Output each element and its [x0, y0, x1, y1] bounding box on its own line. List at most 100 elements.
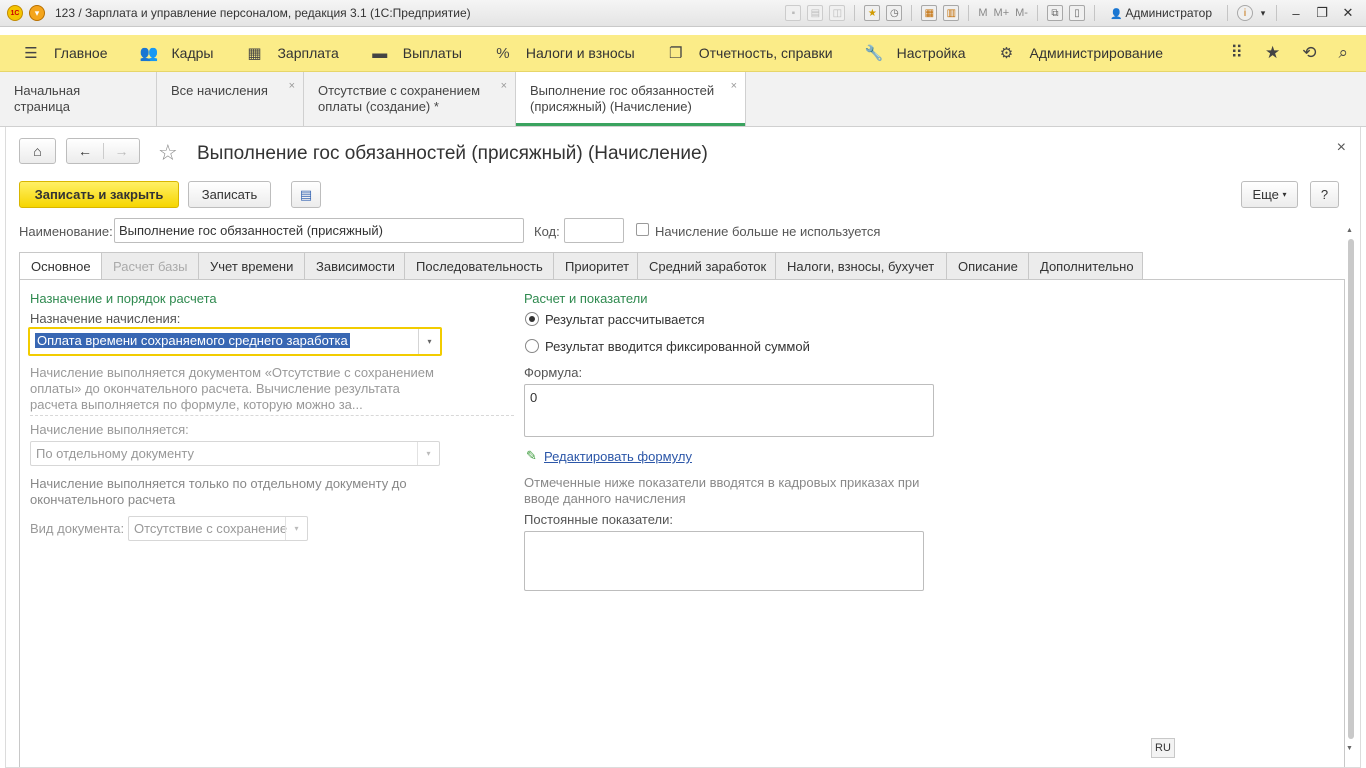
constant-indicators-label: Постоянные показатели:	[524, 512, 673, 527]
maximize-icon[interactable]: ❐	[1312, 5, 1332, 21]
hamburger-icon: ☰	[24, 45, 38, 62]
edit-formula-link[interactable]: Редактировать формулу	[544, 449, 692, 464]
window-titlebar: 1С ▾ 123 / Зарплата и управление персона…	[0, 0, 1366, 27]
percent-icon: %	[496, 44, 510, 62]
constant-indicators-list[interactable]	[524, 531, 924, 591]
tab-dependencies[interactable]: Зависимости	[305, 252, 405, 280]
radio-fixed-label: Результат вводится фиксированной суммой	[545, 339, 810, 354]
scroll-down-icon[interactable]: ▼	[1346, 745, 1353, 752]
accrual-form: ⌂ ← → ☆ Выполнение гос обязанностей (при…	[5, 127, 1361, 768]
dropdown-arrow-icon: ▾	[417, 442, 439, 465]
divider	[30, 415, 514, 416]
wallet-icon: ▬	[372, 44, 388, 62]
tab-time[interactable]: Учет времени	[199, 252, 305, 280]
language-indicator[interactable]: RU	[1151, 738, 1175, 758]
tab-sequence[interactable]: Последовательность	[405, 252, 554, 280]
open-tab-all-accruals[interactable]: Все начисления ×	[157, 72, 304, 126]
performed-label: Начисление выполняется:	[30, 422, 189, 437]
search-icon[interactable]: ⌕	[1338, 43, 1348, 63]
documents-icon: ❐	[668, 45, 683, 62]
pencil-icon: ✎	[526, 448, 537, 463]
radio-calculated[interactable]	[525, 312, 539, 326]
save-button[interactable]: Записать	[188, 181, 271, 208]
purpose-select[interactable]: Оплата времени сохраняемого среднего зар…	[28, 327, 442, 356]
calculator-icon[interactable]: ▦	[921, 5, 938, 21]
tab-taxes[interactable]: Налоги, взносы, бухучет	[776, 252, 947, 280]
form-scrollbar[interactable]: ▲ ▼	[1346, 227, 1356, 752]
scrollbar-thumb[interactable]	[1348, 239, 1354, 739]
tab-main[interactable]: Основное	[19, 252, 102, 280]
tab-additional[interactable]: Дополнительно	[1029, 252, 1143, 280]
memory-m-button[interactable]: M	[978, 7, 987, 19]
open-tab-current[interactable]: Выполнение гос обязанностей (присяжный) …	[516, 72, 746, 126]
help-button[interactable]: ?	[1310, 181, 1339, 208]
save-and-close-button[interactable]: Записать и закрыть	[19, 181, 179, 208]
close-form-icon[interactable]: ×	[1337, 139, 1346, 157]
people-icon: 👥	[139, 45, 159, 62]
history-clock-icon[interactable]: ⟲	[1302, 43, 1316, 63]
open-tab-absence[interactable]: Отсутствие с сохранением оплаты (создани…	[304, 72, 516, 126]
close-tab-icon[interactable]: ×	[289, 78, 295, 94]
favorites-icon[interactable]: ★	[864, 5, 881, 21]
section-main[interactable]: ☰ Главное	[22, 44, 107, 62]
open-windows-bar: Начальная страница Все начисления × Отсу…	[0, 72, 1366, 127]
history-icon[interactable]: ◷	[886, 5, 903, 21]
calculator-icon: ▦	[247, 45, 262, 62]
section-settings[interactable]: 🔧 Настройка	[865, 44, 966, 62]
home-button[interactable]: ⌂	[19, 138, 56, 164]
tab-description[interactable]: Описание	[947, 252, 1029, 280]
info-menu-chevron-icon[interactable]: ▾	[1259, 8, 1267, 19]
open-tab-home[interactable]: Начальная страница	[0, 72, 157, 126]
scroll-up-icon[interactable]: ▲	[1346, 227, 1353, 234]
main-menu-icon[interactable]: ▾	[29, 5, 45, 21]
purpose-section-title: Назначение и порядок расчета	[30, 291, 217, 306]
memory-plus-button[interactable]: M+	[994, 7, 1010, 19]
print-icon[interactable]: ▤	[807, 5, 824, 21]
tab-priority[interactable]: Приоритет	[554, 252, 638, 280]
section-taxes[interactable]: % Налоги и взносы	[494, 45, 635, 62]
radio-calculated-label: Результат рассчитывается	[545, 312, 705, 327]
tab-average-earnings[interactable]: Средний заработок	[638, 252, 776, 280]
save-icon[interactable]: ▪	[785, 5, 802, 21]
panels-icon[interactable]: ▯	[1068, 5, 1085, 21]
preview-icon[interactable]: ◫	[829, 5, 846, 21]
history-nav: ← →	[66, 138, 140, 164]
calendar-icon[interactable]: ▥	[943, 5, 960, 21]
section-hr[interactable]: 👥 Кадры	[140, 44, 214, 62]
user-name[interactable]: Администратор	[1110, 6, 1212, 20]
unused-checkbox[interactable]	[636, 223, 649, 236]
tab-base[interactable]: Расчет базы	[102, 252, 199, 280]
chevron-down-icon: ▾	[1282, 190, 1287, 199]
favorite-star-icon[interactable]: ☆	[158, 140, 178, 166]
name-field[interactable]: Выполнение гос обязанностей (присяжный)	[114, 218, 524, 243]
performed-hint: Начисление выполняется только по отдельн…	[30, 476, 407, 507]
close-window-icon[interactable]: ✕	[1338, 5, 1358, 21]
minimize-icon[interactable]: –	[1286, 6, 1306, 21]
dropdown-arrow-icon[interactable]: ▾	[418, 329, 440, 354]
back-arrow-icon[interactable]: ←	[67, 143, 103, 159]
doc-type-label: Вид документа:	[30, 521, 125, 536]
formula-field[interactable]: 0	[524, 384, 934, 437]
section-reports[interactable]: ❐ Отчетность, справки	[667, 44, 833, 62]
section-salary[interactable]: ▦ Зарплата	[245, 44, 338, 62]
info-icon[interactable]: i	[1237, 5, 1253, 21]
app-logo-icon[interactable]: 1С	[7, 5, 23, 21]
forward-arrow-icon[interactable]: →	[103, 143, 139, 159]
more-button[interactable]: Еще ▾	[1241, 181, 1298, 208]
windows-icon[interactable]: ⧉	[1046, 5, 1063, 21]
memory-minus-button[interactable]: M-	[1015, 7, 1028, 19]
close-tab-icon[interactable]: ×	[731, 78, 737, 94]
report-button[interactable]: ▤	[291, 181, 321, 208]
section-payments[interactable]: ▬ Выплаты	[371, 45, 462, 62]
section-admin[interactable]: ⚙ Администрирование	[998, 44, 1163, 62]
favorites-star-icon[interactable]: ★	[1265, 43, 1280, 63]
code-field[interactable]	[564, 218, 624, 243]
grid-menu-icon[interactable]: ⠿	[1231, 43, 1243, 63]
close-tab-icon[interactable]: ×	[501, 78, 507, 94]
tab-panel-main: Назначение и порядок расчета Назначение …	[19, 279, 1345, 767]
dropdown-arrow-icon: ▾	[285, 517, 307, 540]
calc-section-title: Расчет и показатели	[524, 291, 648, 306]
radio-fixed[interactable]	[525, 339, 539, 353]
doc-type-select: Отсутствие с сохранение ▾	[128, 516, 308, 541]
form-tabs: Основное Расчет базы Учет времени Зависи…	[19, 252, 1143, 280]
